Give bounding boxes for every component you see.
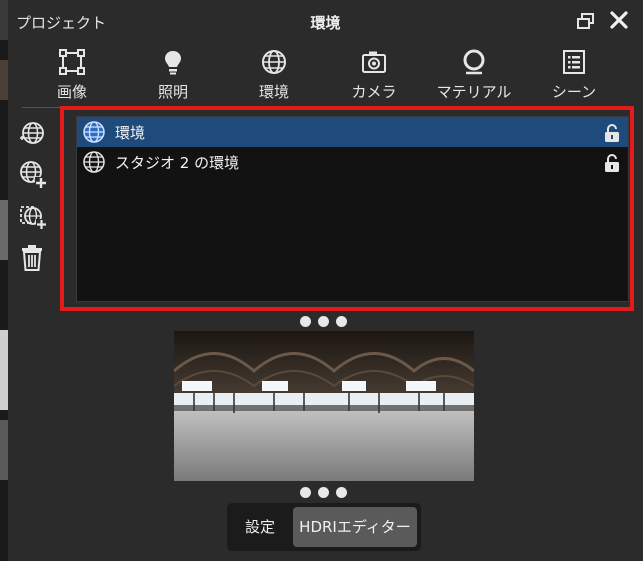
duplicate-environment-button[interactable] [18, 201, 52, 231]
panel-title: 環境 [310, 14, 341, 32]
globe-icon [262, 50, 286, 74]
tool-lighting-label: 照明 [157, 83, 188, 101]
environment-list[interactable]: 環境 スタジオ 2 の環境 [76, 116, 629, 302]
environment-globe-icon [82, 120, 106, 148]
tool-image-button[interactable]: 画像 [24, 44, 120, 101]
trash-icon [22, 245, 42, 271]
tool-material-label: マテリアル [436, 83, 512, 101]
tab-hdri-editor[interactable]: HDRIエディター [293, 507, 417, 547]
tool-camera-button[interactable]: カメラ [326, 44, 422, 101]
material-sphere-icon [463, 49, 485, 75]
environment-name: スタジオ 2 の環境 [115, 154, 240, 172]
camera-icon [362, 51, 386, 73]
resize-handle-dots-icon[interactable] [298, 314, 358, 328]
lock-icon[interactable] [604, 124, 620, 146]
lock-icon[interactable] [604, 154, 620, 176]
bottom-tab-bar: 設定 HDRIエディター [227, 503, 421, 551]
delete-environment-button[interactable] [18, 243, 52, 273]
panel-titlebar: プロジェクト 環境 [8, 0, 643, 44]
tool-lighting-button[interactable]: 照明 [125, 44, 221, 101]
resize-handle-dots-icon[interactable] [298, 485, 358, 499]
tool-camera-label: カメラ [351, 83, 397, 101]
tool-environment-button[interactable]: 環境 [226, 44, 322, 101]
toolbar-divider [22, 107, 62, 108]
tool-material-button[interactable]: マテリアル [426, 44, 522, 101]
environment-list-item[interactable]: スタジオ 2 の環境 [77, 147, 628, 177]
lightbulb-icon [165, 51, 181, 75]
add-environment-globe-icon [20, 122, 44, 144]
environment-panel: プロジェクト 環境 画像 照明 環境 カメラ マテリアル シーン 環境 スタジオ… [8, 0, 643, 561]
tool-scene-label: シーン [551, 83, 597, 101]
new-environment-globe-plus-icon [20, 161, 47, 189]
restore-window-icon[interactable] [576, 11, 596, 31]
environment-name: 環境 [115, 124, 146, 142]
tool-image-label: 画像 [56, 83, 87, 101]
background-window-edge [0, 0, 8, 561]
tab-settings[interactable]: 設定 [231, 507, 289, 547]
environment-globe-icon [82, 150, 106, 178]
tool-scene-button[interactable]: シーン [526, 44, 622, 101]
new-environment-button[interactable] [18, 159, 52, 189]
category-toolbar: 画像 照明 環境 カメラ マテリアル シーン [8, 44, 643, 101]
add-environment-button[interactable] [18, 118, 52, 148]
close-icon[interactable] [608, 9, 630, 31]
scene-list-icon [563, 50, 585, 74]
crop-frame-icon [59, 49, 85, 75]
duplicate-environment-icon [20, 206, 47, 230]
hdri-preview-image [174, 331, 474, 481]
tool-environment-label: 環境 [258, 83, 289, 101]
environment-list-item[interactable]: 環境 [77, 117, 628, 147]
